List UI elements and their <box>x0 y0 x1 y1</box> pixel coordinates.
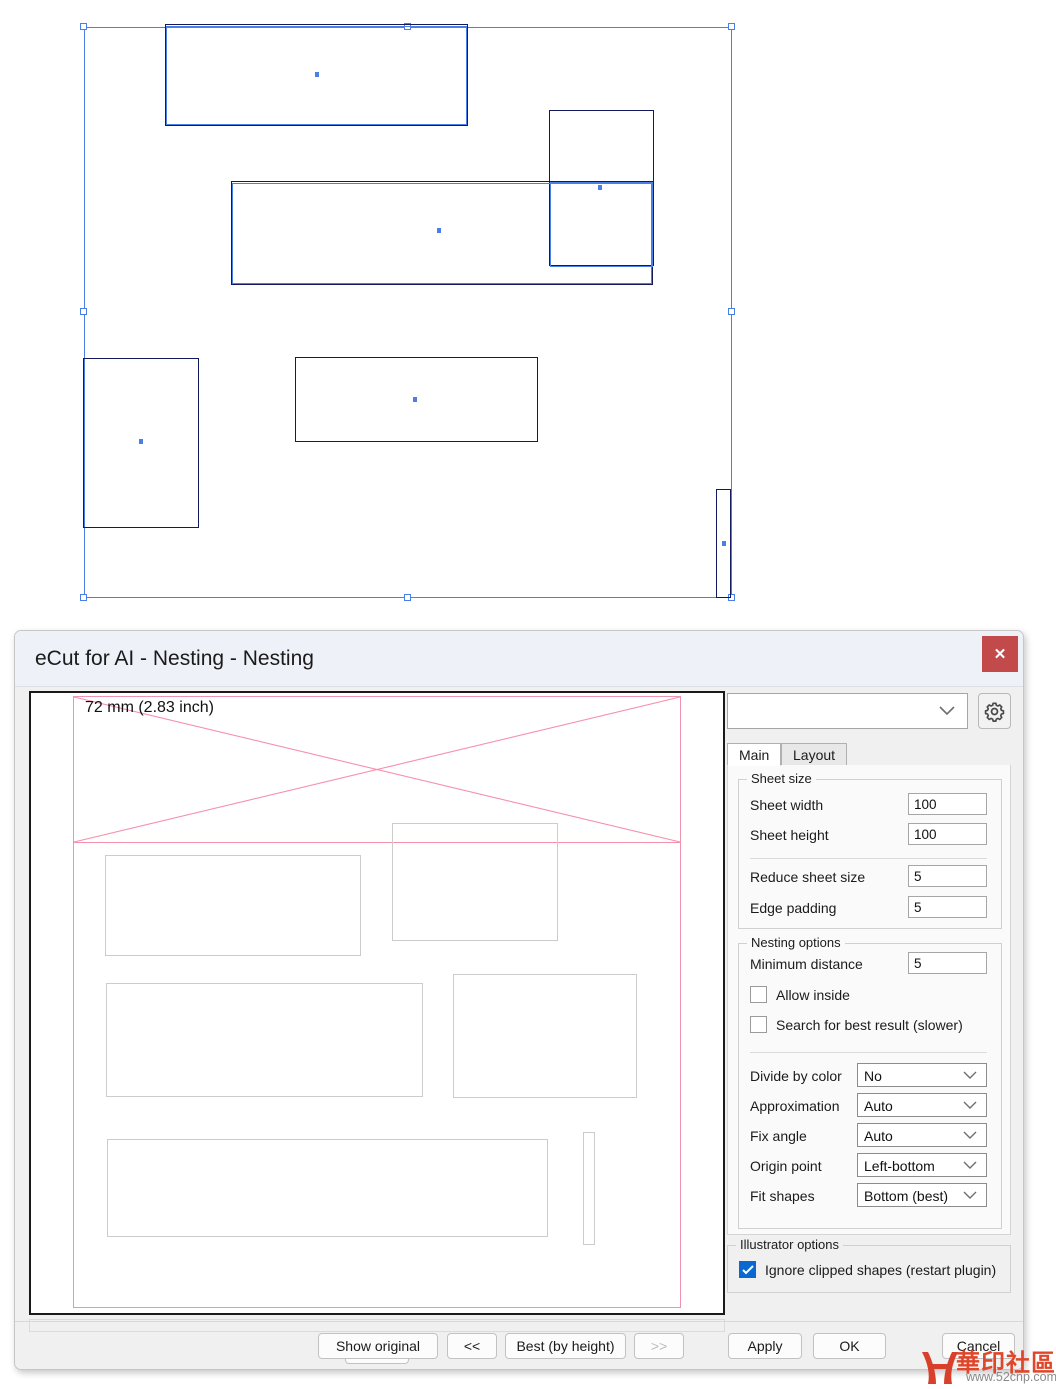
selection-handle-tl[interactable] <box>80 23 87 30</box>
illustrator-options-group: Illustrator options Ignore clipped shape… <box>727 1237 1011 1293</box>
sheet-size-divider <box>750 858 987 859</box>
nested-shape-1[interactable] <box>105 855 361 956</box>
anchor-point-1 <box>315 72 319 77</box>
preset-select[interactable] <box>727 693 968 729</box>
fit-shapes-value: Bottom (best) <box>864 1188 949 1204</box>
nested-shape-3[interactable] <box>106 983 423 1097</box>
apply-button[interactable]: Apply <box>728 1333 802 1359</box>
chevron-down-icon <box>963 1131 977 1139</box>
ignore-clipped-shapes-box <box>739 1261 756 1278</box>
selection-handle-tr[interactable] <box>728 23 735 30</box>
waste-area-band <box>73 696 681 843</box>
sheet-size-legend: Sheet size <box>747 771 816 786</box>
nesting-options-group: Nesting options Minimum distance 5 Allow… <box>738 935 1002 1229</box>
nested-shape-5[interactable] <box>107 1139 548 1237</box>
selection-handle-ml[interactable] <box>80 308 87 315</box>
approximation-label: Approximation <box>750 1098 840 1114</box>
minimum-distance-label: Minimum distance <box>750 956 863 972</box>
chevron-down-icon <box>963 1101 977 1109</box>
ignore-clipped-shapes-checkbox[interactable]: Ignore clipped shapes (restart plugin) <box>739 1261 996 1278</box>
illustrator-artboard[interactable] <box>0 0 1056 622</box>
allow-inside-label: Allow inside <box>776 986 850 1003</box>
origin-point-value: Left-bottom <box>864 1158 935 1174</box>
anchor-point-5 <box>413 397 417 402</box>
edge-padding-input[interactable]: 5 <box>908 896 987 918</box>
gear-icon[interactable] <box>978 693 1011 729</box>
previous-result-button[interactable]: << <box>447 1333 497 1359</box>
fix-angle-label: Fix angle <box>750 1128 807 1144</box>
reduce-sheet-size-label: Reduce sheet size <box>750 869 866 885</box>
tab-layout[interactable]: Layout <box>781 743 848 766</box>
approximation-value: Auto <box>864 1098 893 1114</box>
best-by-height-button[interactable]: Best (by height) <box>505 1333 626 1359</box>
next-result-button[interactable]: >> <box>634 1333 684 1359</box>
sheet-width-label: Sheet width <box>750 797 824 813</box>
origin-point-select[interactable]: Left-bottom <box>857 1153 987 1177</box>
chevron-down-icon <box>963 1071 977 1079</box>
divide-by-color-label: Divide by color <box>750 1068 842 1084</box>
allow-inside-box <box>750 986 767 1003</box>
divide-by-color-select[interactable]: No <box>857 1063 987 1087</box>
nesting-options-legend: Nesting options <box>747 935 845 950</box>
reduce-sheet-size-input[interactable]: 5 <box>908 865 987 887</box>
preset-row <box>727 693 1011 733</box>
selection-path-right-small <box>550 182 653 267</box>
gear-glyph <box>984 701 1005 722</box>
sheet-size-group: Sheet size Sheet width 100 Sheet height … <box>738 771 1002 929</box>
show-original-button[interactable]: Show original <box>318 1333 438 1359</box>
nesting-preview-pane[interactable]: 72 mm (2.83 inch) <box>29 691 725 1315</box>
approximation-select[interactable]: Auto <box>857 1093 987 1117</box>
nested-shape-4[interactable] <box>453 974 637 1098</box>
fit-shapes-select[interactable]: Bottom (best) <box>857 1183 987 1207</box>
divide-by-color-value: No <box>864 1068 882 1084</box>
selection-handle-mr[interactable] <box>728 308 735 315</box>
dialog-titlebar[interactable]: eCut for AI - Nesting - Nesting ✕ <box>15 631 1023 687</box>
anchor-point-2 <box>598 185 602 190</box>
fit-shapes-label: Fit shapes <box>750 1188 815 1204</box>
settings-pane: Main Layout Sheet size Sheet width 100 S… <box>727 689 1011 1315</box>
main-tab-panel: Sheet size Sheet width 100 Sheet height … <box>727 765 1011 1235</box>
origin-point-label: Origin point <box>750 1158 822 1174</box>
illustrator-options-legend: Illustrator options <box>736 1237 843 1252</box>
allow-inside-checkbox[interactable]: Allow inside <box>750 986 850 1003</box>
sheet-dimension-label: 72 mm (2.83 inch) <box>85 699 214 716</box>
dialog-title: eCut for AI - Nesting - Nesting <box>35 647 314 670</box>
ecut-nesting-dialog: eCut for AI - Nesting - Nesting ✕ 72 mm … <box>14 630 1024 1370</box>
cancel-button[interactable]: Cancel <box>942 1333 1015 1359</box>
check-icon <box>741 1264 754 1274</box>
anchor-point-4 <box>139 439 143 444</box>
fix-angle-value: Auto <box>864 1128 893 1144</box>
chevron-down-icon <box>939 706 955 716</box>
ignore-clipped-shapes-label: Ignore clipped shapes (restart plugin) <box>765 1261 997 1278</box>
close-icon[interactable]: ✕ <box>982 636 1018 672</box>
search-best-result-box <box>750 1016 767 1033</box>
tab-strip: Main Layout <box>727 743 1011 766</box>
dialog-footer: Show original << Best (by height) >> App… <box>15 1321 1023 1369</box>
ok-button[interactable]: OK <box>813 1333 886 1359</box>
selection-handle-bl[interactable] <box>80 594 87 601</box>
sheet-height-input[interactable]: 100 <box>908 823 987 845</box>
minimum-distance-input[interactable]: 5 <box>908 952 987 974</box>
sheet-width-input[interactable]: 100 <box>908 793 987 815</box>
sheet-height-label: Sheet height <box>750 827 829 843</box>
anchor-point-6 <box>722 541 726 546</box>
selection-handle-bm[interactable] <box>404 594 411 601</box>
search-best-result-checkbox[interactable]: Search for best result (slower) <box>750 1016 963 1033</box>
chevron-down-icon <box>963 1161 977 1169</box>
fix-angle-select[interactable]: Auto <box>857 1123 987 1147</box>
tab-main[interactable]: Main <box>727 743 782 766</box>
nesting-options-divider <box>750 1052 987 1053</box>
anchor-point-3 <box>437 228 441 233</box>
edge-padding-label: Edge padding <box>750 900 837 916</box>
watermark-url: www.52cnp.com <box>966 1370 1056 1384</box>
nested-shape-6[interactable] <box>583 1132 595 1245</box>
chevron-down-icon <box>963 1191 977 1199</box>
nested-shape-2[interactable] <box>392 823 558 941</box>
search-best-result-label: Search for best result (slower) <box>776 1016 963 1033</box>
